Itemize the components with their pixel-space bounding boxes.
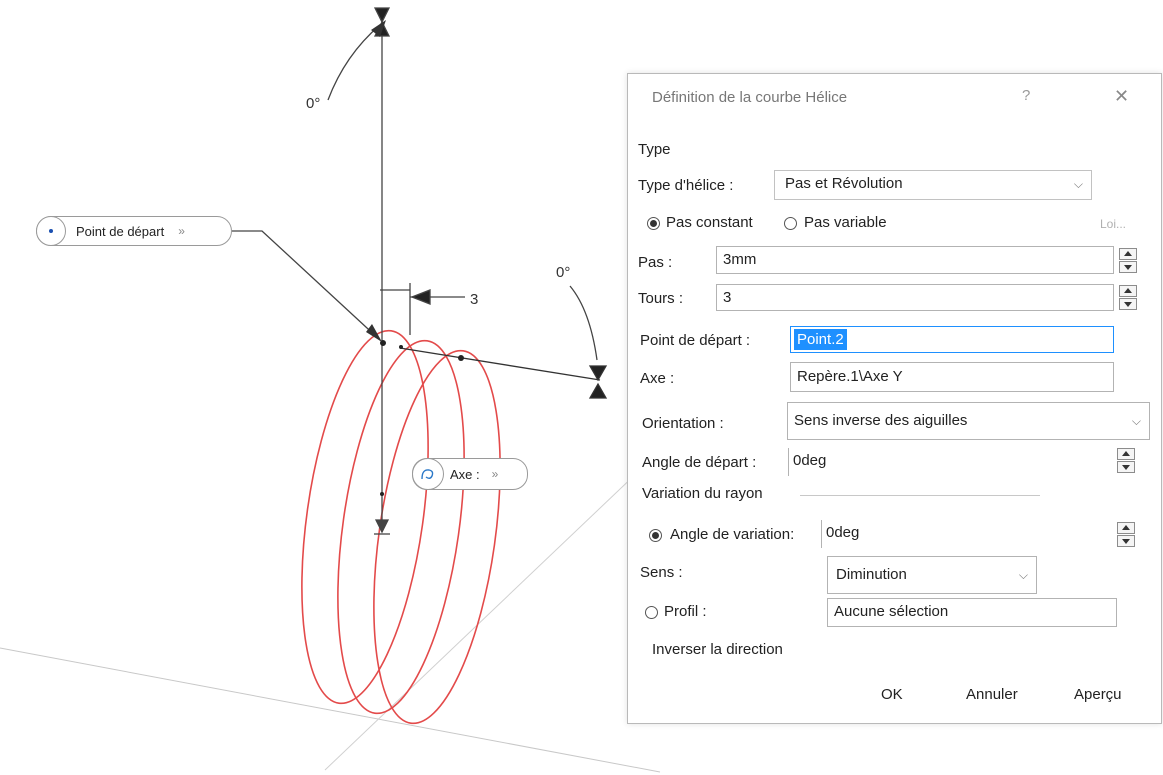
increment-button[interactable] xyxy=(1117,448,1135,460)
chevron-down-icon: ⌵ xyxy=(1018,568,1028,582)
angle-label-top: 0° xyxy=(306,95,320,112)
chevron-down-icon: ⌵ xyxy=(1131,414,1141,428)
axis-manipulator[interactable] xyxy=(373,7,391,535)
profile-field[interactable]: Aucune sélection xyxy=(827,598,1117,627)
decrement-button[interactable] xyxy=(1117,535,1135,547)
start-angle-input[interactable]: 0deg xyxy=(788,448,1110,476)
orientation-value: Sens inverse des aiguilles xyxy=(794,412,968,429)
dimension-value: 3 xyxy=(470,291,478,308)
axis-icon xyxy=(412,458,444,490)
callout-leader xyxy=(232,230,381,341)
orientation-label: Orientation : xyxy=(642,415,724,432)
variation-angle-input[interactable]: 0deg xyxy=(821,520,1111,548)
helix-type-select[interactable]: Pas et Révolution ⌵ xyxy=(774,170,1092,200)
increment-button[interactable] xyxy=(1119,248,1137,260)
type-section-label: Type xyxy=(638,141,671,158)
radius-section-label: Variation du rayon xyxy=(642,485,763,502)
helix-curve[interactable] xyxy=(281,323,520,731)
helix-type-label: Type d'hélice : xyxy=(638,177,734,194)
direction-select[interactable]: Diminution ⌵ xyxy=(827,556,1037,594)
point-marker[interactable] xyxy=(399,345,403,349)
chevron-down-icon: ⌵ xyxy=(1073,177,1083,191)
pitch-constant-label[interactable]: Pas constant xyxy=(666,214,753,231)
start-angle-spinner[interactable] xyxy=(1117,448,1137,474)
point-marker[interactable] xyxy=(380,492,384,496)
turns-input[interactable]: 3 xyxy=(716,284,1114,311)
variation-angle-radio[interactable] xyxy=(649,529,662,542)
profile-label[interactable]: Profil : xyxy=(664,603,707,620)
axis-field[interactable]: Repère.1\Axe Y xyxy=(790,362,1114,392)
profile-radio[interactable] xyxy=(645,606,658,619)
point-marker[interactable] xyxy=(458,355,464,361)
helix-type-value: Pas et Révolution xyxy=(785,175,903,192)
decrement-button[interactable] xyxy=(1119,261,1137,273)
helix-definition-dialog: Définition de la courbe Hélice ? ✕ Type … xyxy=(627,73,1162,724)
angle-arc-top[interactable] xyxy=(327,24,381,101)
pitch-dimension[interactable] xyxy=(380,283,465,335)
axis-callout[interactable]: Axe : » xyxy=(412,458,528,490)
turns-label: Tours : xyxy=(638,290,684,307)
cancel-button[interactable]: Annuler xyxy=(966,686,1018,703)
chevron-right-icon: » xyxy=(178,224,185,238)
angle-label-right: 0° xyxy=(556,264,570,281)
axis-label: Axe : xyxy=(640,370,675,387)
close-icon[interactable]: ✕ xyxy=(1114,86,1129,107)
point-icon xyxy=(36,216,66,246)
dialog-title: Définition de la courbe Hélice xyxy=(652,89,848,106)
pitch-variable-radio[interactable] xyxy=(784,217,797,230)
callout-label: Axe : xyxy=(450,466,480,482)
start-angle-label: Angle de départ : xyxy=(642,454,757,471)
law-button[interactable]: Loi... xyxy=(1100,217,1126,231)
orientation-select[interactable]: Sens inverse des aiguilles ⌵ xyxy=(787,402,1150,440)
pitch-label: Pas : xyxy=(638,254,673,271)
decrement-button[interactable] xyxy=(1117,461,1135,473)
start-point-marker[interactable] xyxy=(380,340,386,346)
start-point-value: Point.2 xyxy=(794,329,847,350)
pitch-variable-label[interactable]: Pas variable xyxy=(804,214,887,231)
construction-line xyxy=(0,647,661,773)
callout-label: Point de départ xyxy=(76,223,165,239)
pitch-spinner[interactable] xyxy=(1119,248,1139,274)
variation-angle-label[interactable]: Angle de variation: xyxy=(670,526,794,543)
section-divider xyxy=(800,495,1040,496)
pitch-input[interactable]: 3mm xyxy=(716,246,1114,274)
construction-line xyxy=(324,469,641,771)
increment-button[interactable] xyxy=(1119,285,1137,297)
decrement-button[interactable] xyxy=(1119,298,1137,310)
start-point-field[interactable]: Point.2 xyxy=(790,326,1114,353)
start-point-callout[interactable]: Point de départ » xyxy=(36,216,232,246)
help-button[interactable]: ? xyxy=(1022,87,1030,104)
turns-spinner[interactable] xyxy=(1119,285,1139,311)
reverse-direction-button[interactable]: Inverser la direction xyxy=(652,641,783,658)
angle-arc-right[interactable] xyxy=(569,285,598,361)
pitch-constant-radio[interactable] xyxy=(647,217,660,230)
start-point-label: Point de départ : xyxy=(640,332,751,349)
preview-button[interactable]: Aperçu xyxy=(1074,686,1122,703)
chevron-right-icon: » xyxy=(491,467,499,481)
increment-button[interactable] xyxy=(1117,522,1135,534)
ok-button[interactable]: OK xyxy=(881,686,903,703)
direction-label: Sens : xyxy=(640,564,683,581)
direction-value: Diminution xyxy=(836,566,907,583)
variation-angle-spinner[interactable] xyxy=(1117,522,1137,548)
